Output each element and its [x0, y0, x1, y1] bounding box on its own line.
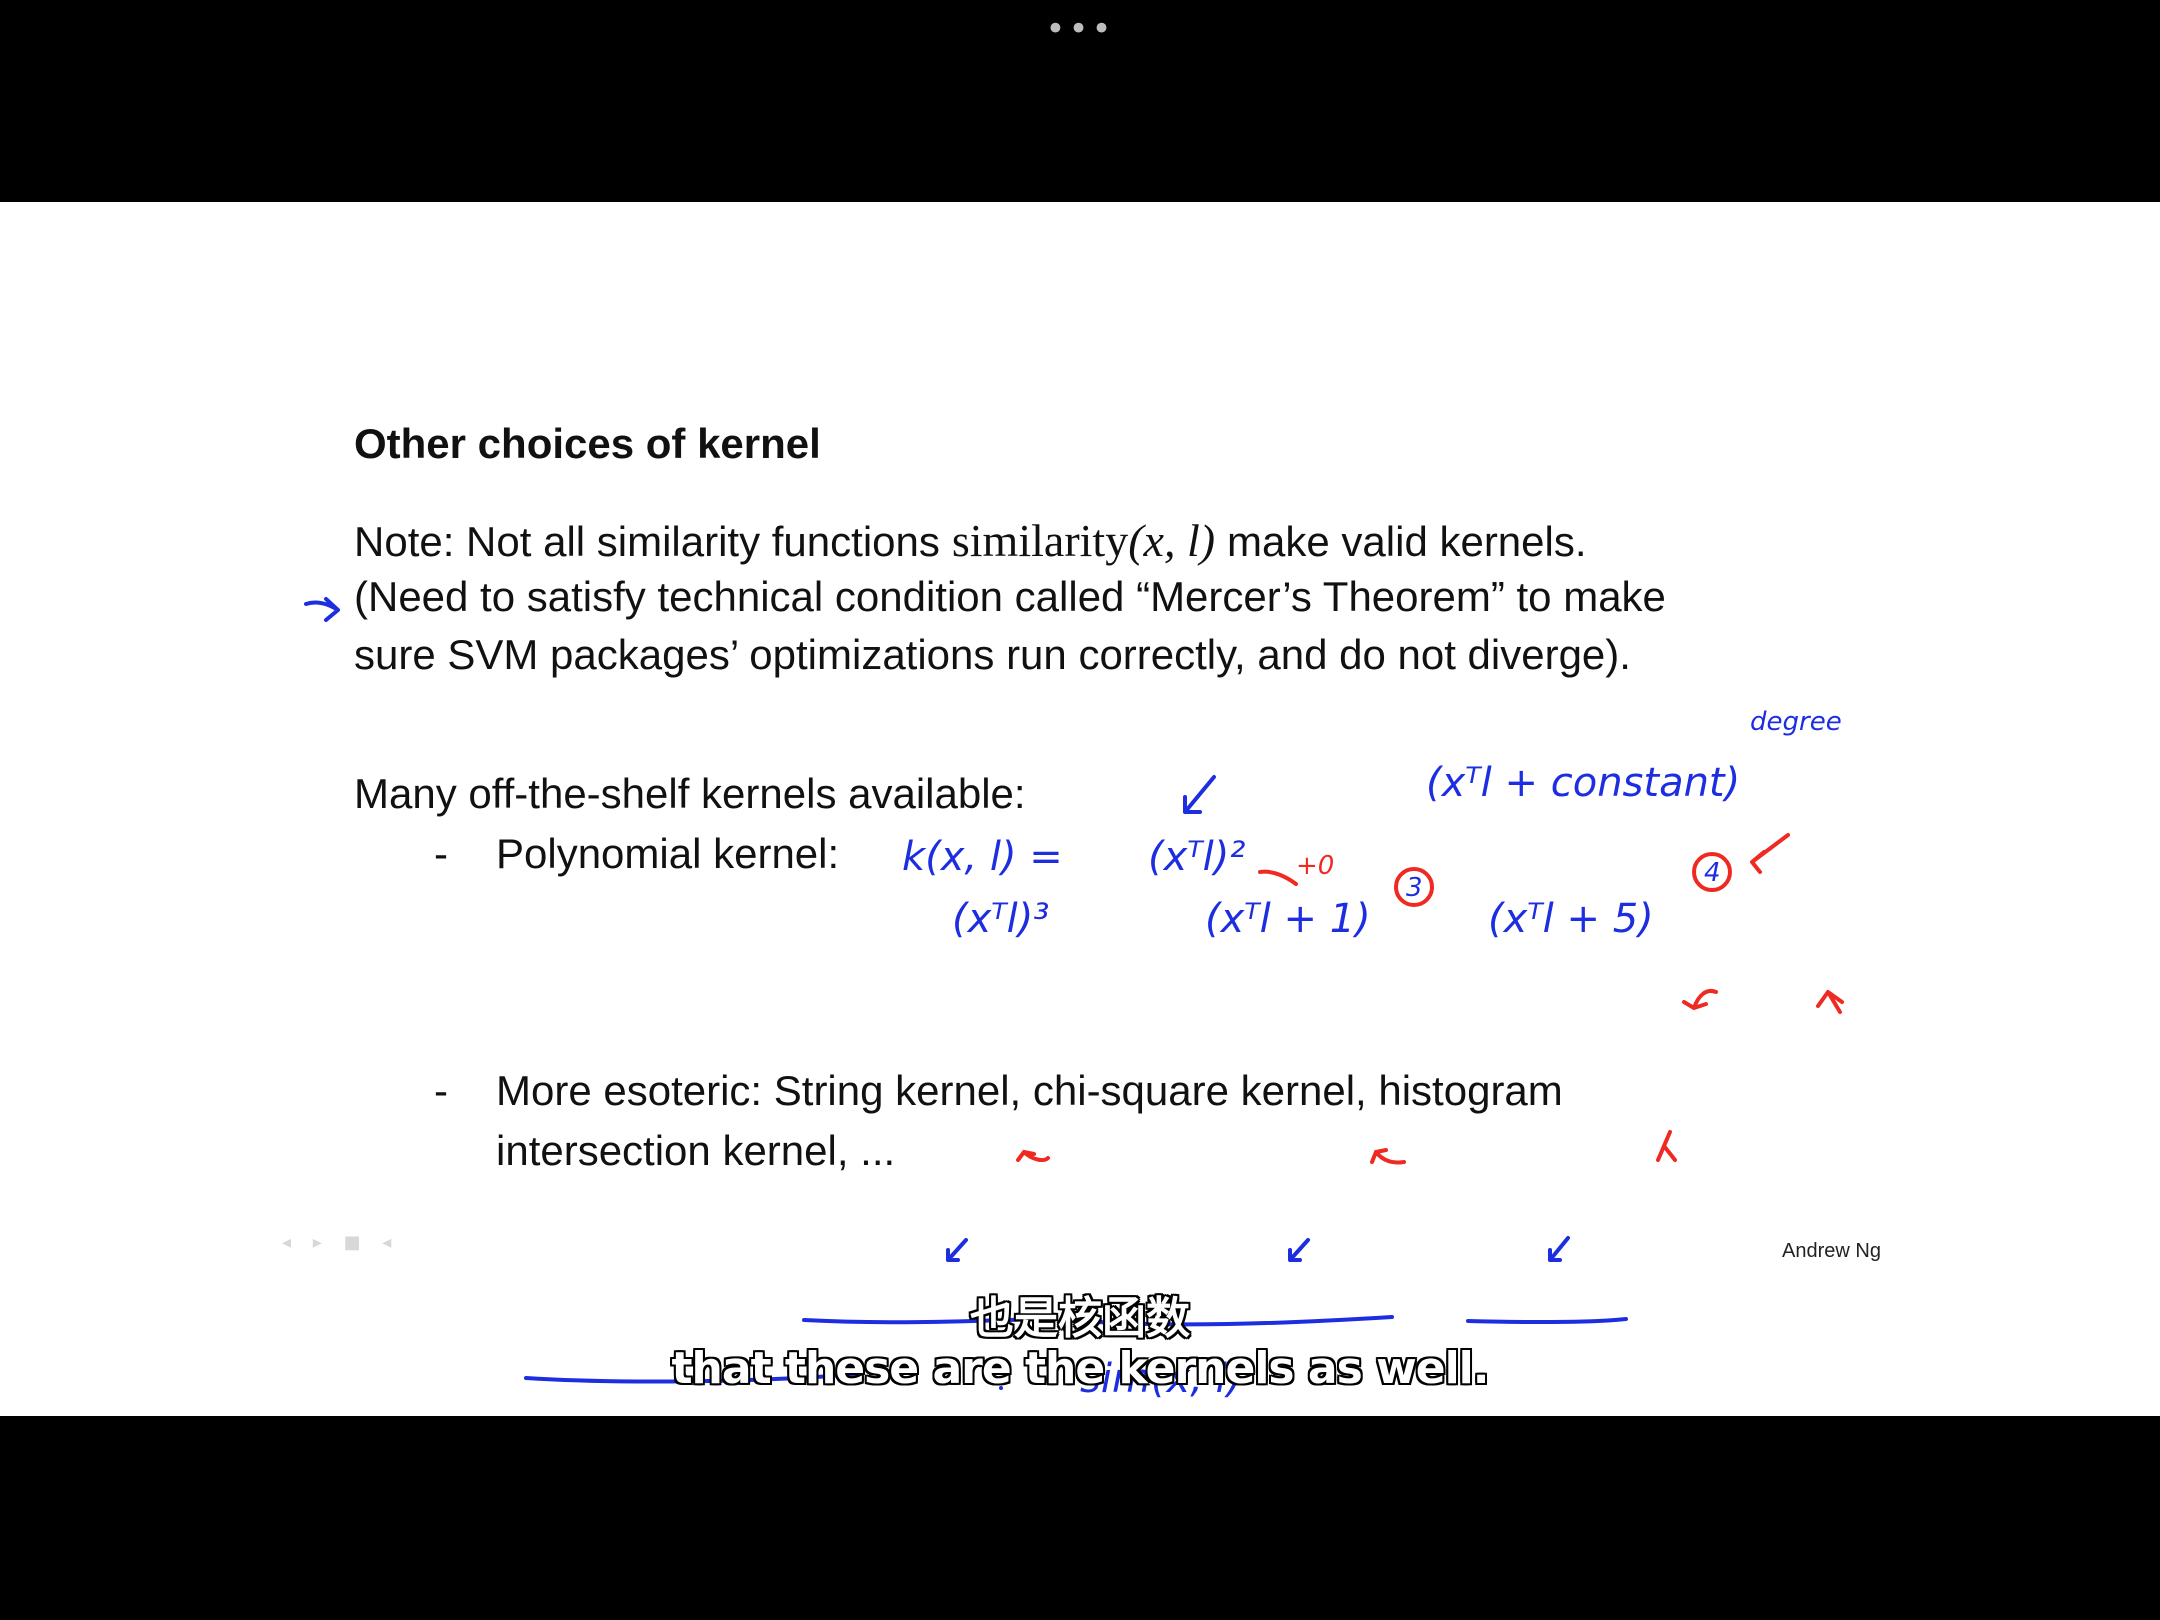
annotation-curve-3-icon [1370, 1148, 1406, 1165]
lecture-slide: Other choices of kernel Note: Not all si… [0, 202, 2160, 1416]
circle-three-label: 3 [1406, 873, 1423, 903]
pointer-arrow-icon [1750, 833, 1790, 874]
circle-three-icon [1394, 867, 1434, 907]
degree-label: degree [1750, 707, 1842, 737]
author-credit: Andrew Ng [1782, 1240, 1881, 1262]
subtitle-chinese: 也是核函数 [970, 1293, 1190, 1344]
many-kernels-heading: Many off-the-shelf kernels available: [354, 770, 1026, 817]
bullet-dash-esoteric: - [434, 1067, 448, 1114]
annotation-curve-2-icon [1016, 1150, 1050, 1162]
annotation-curve-4-icon [1682, 989, 1718, 1010]
plus-one-kernel: (xᵀl + 1) [1205, 896, 1371, 942]
square-note: +0 [1296, 851, 1334, 881]
faded-player-controls: ◂ ▸ ■ ◂ [282, 1232, 400, 1253]
player-bottom-bar [0, 1416, 2160, 1620]
esoteric-kernels-line-1: More esoteric: String kernel, chi-square… [496, 1067, 1563, 1114]
annotation-arrow-5-icon [1656, 1130, 1677, 1162]
esoteric-kernels-line-2: intersection kernel, ... [496, 1127, 896, 1174]
check-arrow-2-icon [946, 1238, 968, 1262]
similarity-name: similarity [951, 515, 1129, 566]
mercer-line-2: sure SVM packages’ optimizations run cor… [354, 631, 1631, 678]
square-kernel: (xᵀl)² [1148, 834, 1245, 880]
check-arrow-3-icon [1288, 1238, 1310, 1262]
circle-four-label: 4 [1704, 858, 1721, 888]
plus-five-kernel: (xᵀl + 5) [1488, 896, 1654, 942]
note-prefix: Note: Not all similarity functions [354, 518, 940, 565]
slide-title: Other choices of kernel [354, 420, 821, 467]
similarity-args: (x, l) [1128, 515, 1216, 566]
video-player[interactable]: ••• Other choices of kernel Note: Not al… [0, 0, 2160, 1620]
cube-kernel: (xᵀl)³ [952, 896, 1049, 942]
more-options-icon[interactable]: ••• [0, 12, 2160, 46]
up-arrow-icon [1816, 990, 1844, 1014]
circle-four-icon [1692, 852, 1732, 892]
note-suffix: make valid kernels. [1227, 518, 1587, 565]
bullet-dash-polynomial: - [434, 830, 448, 877]
note-line: Note: Not all similarity functions simila… [354, 514, 1587, 567]
check-arrow-1-icon [1183, 775, 1216, 814]
polynomial-kernel-label: Polynomial kernel: [496, 830, 840, 877]
similarity-expression: similarity(x, l) [952, 515, 1215, 566]
poly-formula: k(x, l) = [902, 834, 1063, 880]
annotation-curve-1-icon [1258, 869, 1298, 886]
subtitle-english: that these are the kernels as well. [671, 1343, 1490, 1394]
general-polynomial: (xᵀl + constant) [1426, 760, 1740, 806]
arrow-mark-icon [304, 597, 340, 622]
mercer-line-1: (Need to satisfy technical condition cal… [354, 573, 1666, 620]
check-arrow-4-icon [1548, 1236, 1570, 1262]
